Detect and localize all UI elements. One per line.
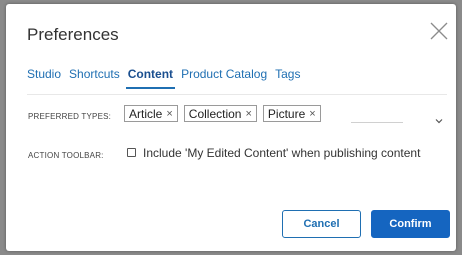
chevron-down-icon[interactable] xyxy=(433,114,445,126)
chip-remove-icon[interactable]: × xyxy=(166,108,172,120)
chip-label: Picture xyxy=(267,106,306,121)
tab-studio[interactable]: Studio xyxy=(27,67,61,89)
chip-remove-icon[interactable]: × xyxy=(309,108,315,120)
preferred-types-label: PREFERRED TYPES: xyxy=(28,112,112,121)
preferred-types-input[interactable] xyxy=(351,122,403,123)
action-toolbar-label: ACTION TOOLBAR: xyxy=(28,151,104,160)
preferences-dialog: Preferences Studio Shortcuts Content Pro… xyxy=(6,4,456,251)
tabs-divider xyxy=(27,94,447,95)
tab-product-catalog[interactable]: Product Catalog xyxy=(181,67,267,89)
chip-label: Collection xyxy=(188,106,242,121)
chip-picture: Picture × xyxy=(262,105,321,122)
chip-label: Article xyxy=(129,106,163,121)
include-edited-content-checkbox[interactable] xyxy=(127,148,136,157)
dialog-title: Preferences xyxy=(27,25,119,44)
confirm-button[interactable]: Confirm xyxy=(371,210,450,238)
preferred-types-chips: Article × Collection × Picture × xyxy=(124,105,327,122)
tab-tags[interactable]: Tags xyxy=(275,67,300,89)
chip-remove-icon[interactable]: × xyxy=(245,108,251,120)
tab-bar: Studio Shortcuts Content Product Catalog… xyxy=(27,67,308,89)
cancel-button[interactable]: Cancel xyxy=(282,210,361,238)
tab-content[interactable]: Content xyxy=(125,67,176,89)
chip-collection: Collection × xyxy=(183,105,257,122)
close-icon[interactable] xyxy=(428,20,450,42)
tab-shortcuts[interactable]: Shortcuts xyxy=(69,67,120,89)
chip-article: Article × xyxy=(124,105,178,122)
include-edited-content-label[interactable]: Include 'My Edited Content' when publish… xyxy=(143,146,420,160)
